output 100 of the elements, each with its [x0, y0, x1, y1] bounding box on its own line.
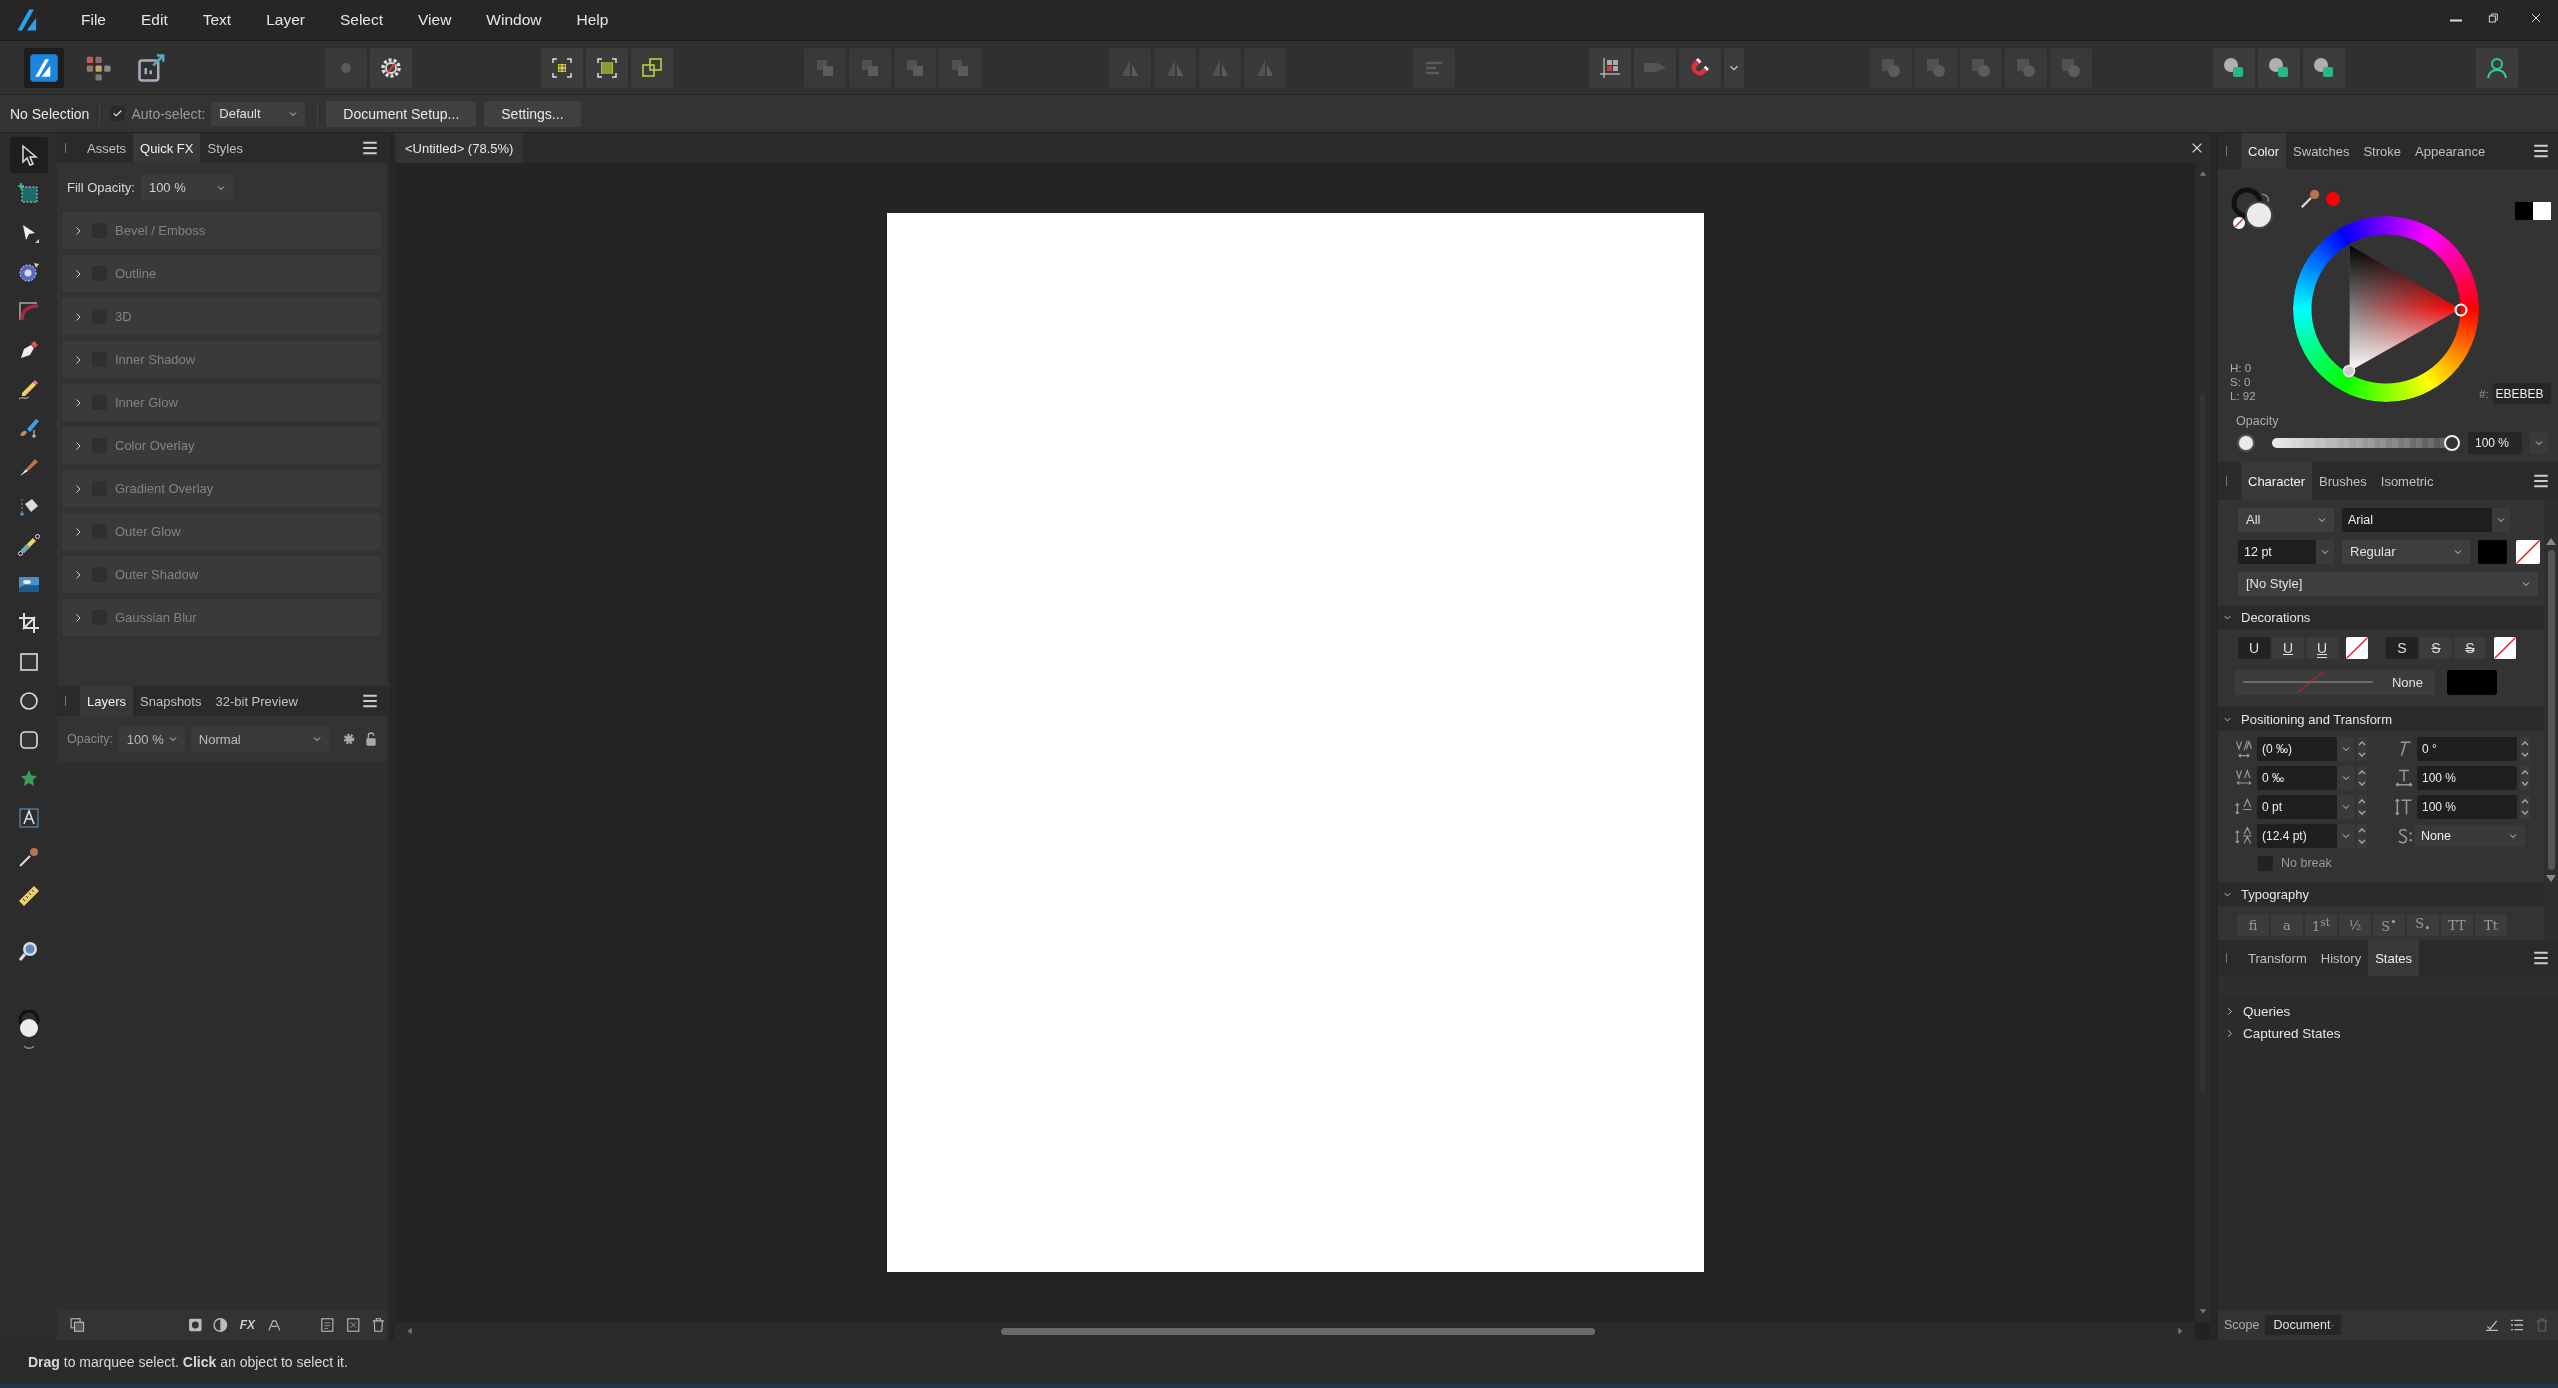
toolbar-button[interactable] [2258, 47, 2300, 88]
dropdown-button[interactable] [2530, 432, 2548, 454]
menu-item[interactable]: Text [184, 11, 249, 29]
tree-item[interactable]: Captured States [2224, 1024, 2558, 1042]
opacity-field[interactable]: 100 % [2468, 432, 2522, 454]
panel-tab[interactable]: Character [2241, 462, 2313, 500]
strikethrough-button[interactable]: S [2420, 637, 2452, 660]
move-tool[interactable] [9, 137, 48, 173]
toolbar-button[interactable] [541, 47, 583, 88]
panel-tab[interactable]: Assets [80, 133, 133, 163]
dropdown-button[interactable] [2337, 737, 2354, 762]
strikethrough-button[interactable]: S [2386, 637, 2418, 660]
scrollbar-thumb[interactable] [2547, 550, 2555, 870]
text-color-swatch[interactable] [2478, 539, 2507, 564]
fill-opacity-field[interactable]: 100 % [140, 175, 233, 200]
panel-tab[interactable]: Color [2241, 133, 2287, 169]
menu-item[interactable]: Window [468, 11, 559, 29]
menu-item[interactable]: View [400, 11, 469, 29]
dropdown-button[interactable] [2337, 766, 2354, 791]
panel-tab[interactable]: Quick FX [133, 133, 201, 163]
panel-tab[interactable]: Stroke [2356, 133, 2409, 169]
dropdown-button[interactable] [2337, 795, 2354, 820]
stepper[interactable] [2357, 766, 2367, 791]
toolbar-button[interactable] [2476, 47, 2518, 88]
document-tab[interactable]: <Untitled> (78.5%) [395, 133, 524, 163]
toolbar-button[interactable]: Document Setup... [326, 100, 477, 127]
menu-item[interactable]: Help [558, 11, 626, 29]
strikethrough-button[interactable]: S [2454, 637, 2486, 660]
panel-tab[interactable]: Swatches [2286, 133, 2357, 169]
scroll-down-icon [2545, 874, 2557, 884]
stepper[interactable] [2357, 823, 2367, 848]
number-field[interactable]: 0 pt [2257, 795, 2337, 820]
slider-thumb[interactable] [2444, 435, 2460, 451]
stepper[interactable] [2357, 737, 2367, 762]
scope-dropdown[interactable]: All [2238, 507, 2334, 532]
number-field[interactable]: 100 % [2417, 766, 2517, 791]
font-field[interactable]: Arial [2342, 507, 2492, 532]
dropdown-button[interactable] [2492, 507, 2510, 532]
panel-tab[interactable]: Appearance [2408, 133, 2493, 169]
color-handle[interactable] [2342, 364, 2356, 378]
number-field[interactable]: (12.4 pt) [2257, 823, 2337, 848]
section-header[interactable]: Typography [2218, 882, 2544, 907]
font-size-field[interactable]: 12 pt [2238, 539, 2316, 564]
stepper[interactable] [2520, 795, 2530, 820]
underline-button[interactable]: U [2238, 637, 2270, 660]
line-color-swatch[interactable] [2447, 669, 2497, 695]
toolbar-button[interactable] [631, 47, 673, 88]
number-field[interactable]: 0 ‰ [2257, 766, 2337, 791]
number-field[interactable]: 100 % [2417, 795, 2517, 820]
panel-tab[interactable]: History [2313, 940, 2369, 976]
number-field[interactable]: 0 ° [2417, 737, 2517, 762]
toolbar-button[interactable] [2213, 47, 2255, 88]
auto-select-dropdown[interactable]: Default [211, 101, 306, 126]
transform-icon [2394, 768, 2414, 789]
effect-label: Outline [115, 266, 157, 281]
dropdown-button[interactable] [2337, 823, 2354, 848]
menu-item[interactable]: Layer [248, 11, 322, 29]
menu-item[interactable]: Select [321, 11, 400, 29]
opacity-label: Opacity [2236, 414, 2280, 428]
effect-label: Bevel / Emboss [115, 223, 206, 238]
menu-item[interactable]: Edit [123, 11, 185, 29]
toolbar-button[interactable] [370, 47, 412, 88]
checkbox[interactable] [110, 106, 126, 121]
underline-button[interactable]: U [2306, 637, 2338, 660]
opacity-field[interactable]: 100 % [118, 726, 185, 752]
dropdown-button[interactable] [2316, 539, 2334, 564]
scope-dropdown[interactable]: Document [2265, 1315, 2342, 1335]
hue-handle[interactable] [2454, 303, 2468, 317]
section-title: Positioning and Transform [2241, 711, 2393, 727]
underline-button[interactable]: U [2272, 637, 2304, 660]
panel-tab[interactable]: States [2368, 940, 2420, 976]
dropdown[interactable]: None [2415, 824, 2525, 847]
font-weight-dropdown[interactable]: Regular [2342, 539, 2470, 564]
hex-field[interactable]: EBEBEB [2492, 383, 2551, 404]
toolbar-button[interactable]: Settings... [484, 100, 581, 127]
blend-mode-dropdown[interactable]: Normal [190, 726, 329, 752]
panel-tab[interactable]: Transform [2241, 940, 2314, 976]
style-dropdown[interactable]: [No Style] [2238, 571, 2538, 596]
panel-tab[interactable]: Layers [80, 686, 134, 716]
stepper[interactable] [2357, 795, 2367, 820]
tree-item[interactable]: Queries [2224, 1002, 2558, 1020]
panel-tab[interactable]: Brushes [2312, 462, 2374, 500]
panel-tab[interactable]: Styles [200, 133, 250, 163]
persona-button[interactable] [24, 47, 64, 88]
menu-item[interactable]: File [63, 11, 123, 29]
toolbar-button[interactable] [586, 47, 628, 88]
number-field[interactable]: (0 ‰) [2257, 737, 2337, 762]
stepper[interactable] [2520, 766, 2530, 791]
line-style-dropdown[interactable]: None [2235, 669, 2435, 695]
toolbar-button[interactable] [1589, 47, 1631, 88]
toolbar-button[interactable] [2303, 47, 2345, 88]
panel-tab[interactable]: 32-bit Preview [208, 686, 305, 716]
section-header[interactable]: Positioning and Transform [2218, 707, 2544, 731]
fx-button[interactable]: FX [237, 1318, 258, 1332]
stepper[interactable] [2520, 737, 2530, 762]
overlap-squares-icon [640, 55, 664, 80]
scrollbar-thumb[interactable] [1001, 1327, 1595, 1335]
panel-tab[interactable]: Snapshots [133, 686, 209, 716]
section-header[interactable]: Decorations [2218, 605, 2544, 630]
panel-tab[interactable]: Isometric [2373, 462, 2441, 500]
